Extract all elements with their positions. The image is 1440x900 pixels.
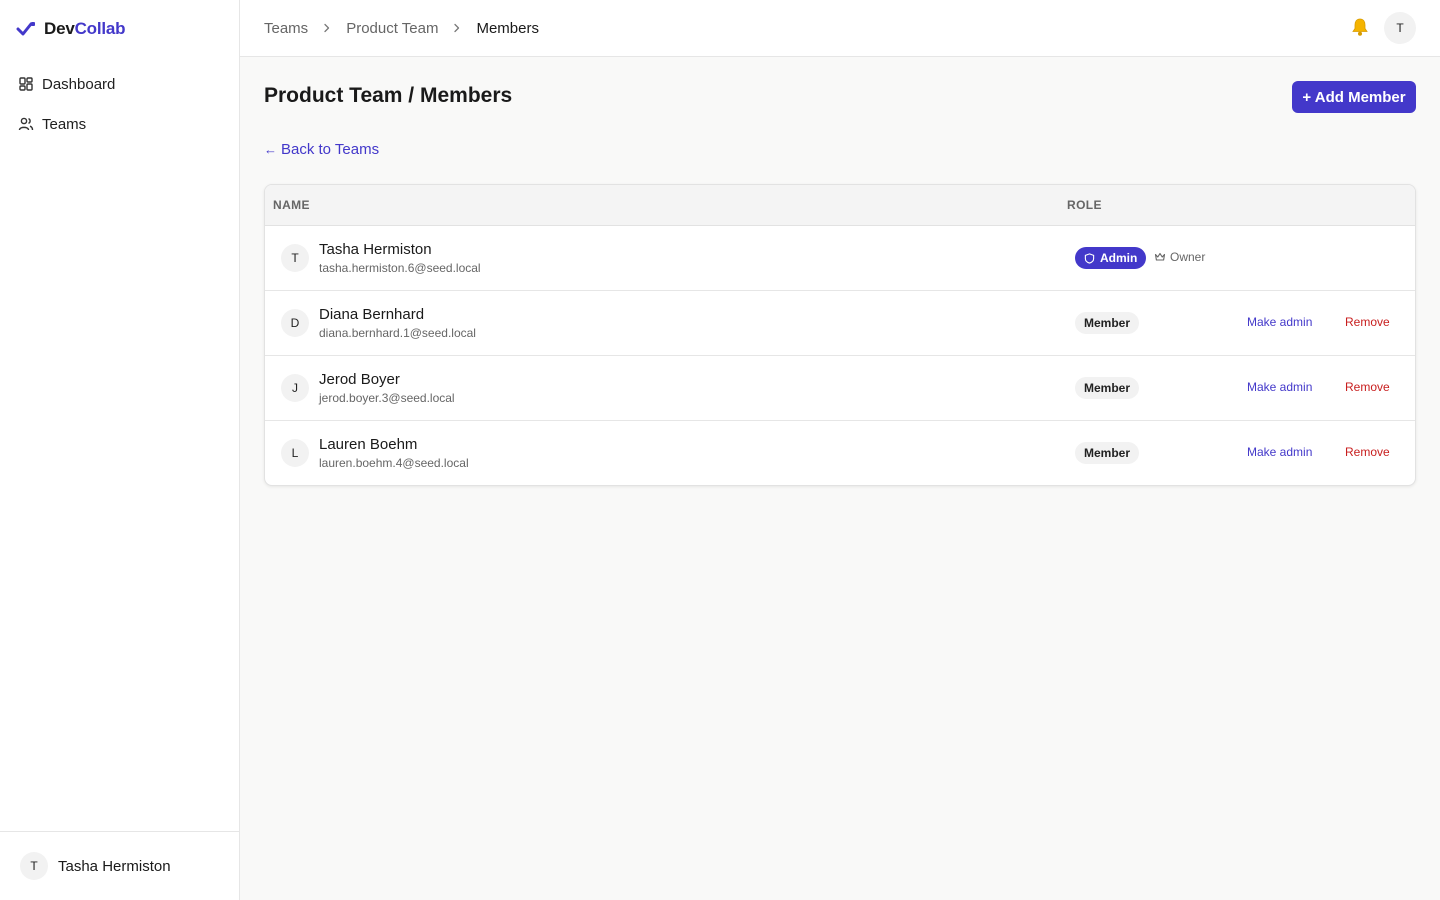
member-name: Tasha Hermiston [319,241,432,258]
breadcrumb-product-team[interactable]: Product Team [346,20,438,37]
sidebar: DevCollab Dashboard Teams T Tasha Hermis… [0,0,240,900]
column-header-name: NAME [273,198,310,212]
arrow-left-icon: ← [264,142,277,157]
breadcrumb: Teams Product Team Members [264,0,539,56]
member-name: Diana Bernhard [319,306,425,323]
add-member-button[interactable]: + Add Member [1292,81,1416,113]
table-row: L Lauren Boehm lauren.boehm.4@seed.local… [265,421,1415,485]
column-header-role: ROLE [1067,198,1102,212]
remove-member-button[interactable]: Remove [1345,315,1390,329]
role-badge-member: Member [1075,312,1140,334]
avatar: J [281,374,309,402]
table-row: T Tasha Hermiston tasha.hermiston.6@seed… [265,226,1415,291]
top-header: Teams Product Team Members T [240,0,1440,57]
avatar: D [281,309,309,337]
avatar: L [281,439,309,467]
notification-bell-icon[interactable] [1350,17,1370,37]
sidebar-user-name: Tasha Hermiston [58,857,171,875]
chevron-right-icon [454,23,460,33]
owner-label: Owner [1170,250,1206,264]
sidebar-item-teams[interactable]: Teams [0,104,240,144]
users-icon [18,117,34,131]
app-name: DevCollab [44,19,126,38]
sidebar-item-label: Dashboard [42,75,116,93]
back-to-teams-link[interactable]: ← Back to Teams [264,141,379,158]
member-email: diana.bernhard.1@seed.local [319,326,476,340]
role-badge-admin: Admin [1075,247,1147,269]
table-row: J Jerod Boyer jerod.boyer.3@seed.local M… [265,356,1415,421]
shield-icon [1084,252,1095,264]
member-email: tasha.hermiston.6@seed.local [319,261,481,275]
table-row: D Diana Bernhard diana.bernhard.1@seed.l… [265,291,1415,356]
make-admin-button[interactable]: Make admin [1247,445,1312,459]
member-email: lauren.boehm.4@seed.local [319,456,469,470]
avatar: T [20,852,48,880]
make-admin-button[interactable]: Make admin [1247,315,1312,329]
back-link-label: Back to Teams [281,141,380,158]
members-table: NAME ROLE T Tasha Hermiston tasha.hermis… [264,184,1416,486]
sidebar-item-label: Teams [42,115,87,133]
member-email: jerod.boyer.3@seed.local [319,391,455,405]
breadcrumb-members: Members [476,19,539,37]
dashboard-icon [19,77,33,91]
table-header: NAME ROLE [265,185,1415,226]
app-logo[interactable]: DevCollab [16,18,126,40]
make-admin-button[interactable]: Make admin [1247,380,1312,394]
member-name: Jerod Boyer [319,371,400,388]
chevron-right-icon [324,23,330,33]
sidebar-item-dashboard[interactable]: Dashboard [0,64,240,104]
role-badge-member: Member [1075,377,1140,399]
remove-member-button[interactable]: Remove [1345,445,1390,459]
avatar: T [281,244,309,272]
breadcrumb-teams[interactable]: Teams [264,20,308,37]
role-badge-member: Member [1075,442,1140,464]
crown-icon [1154,252,1166,261]
owner-indicator: Owner [1154,250,1205,264]
sidebar-nav: Dashboard Teams [0,64,240,144]
page-title: Product Team / Members [264,84,513,107]
role-label: Admin [1100,251,1138,265]
logo-check-icon [16,22,35,36]
user-avatar-menu[interactable]: T [1384,12,1416,44]
sidebar-user-profile[interactable]: T Tasha Hermiston [0,831,239,900]
remove-member-button[interactable]: Remove [1345,380,1390,394]
member-name: Lauren Boehm [319,436,418,453]
